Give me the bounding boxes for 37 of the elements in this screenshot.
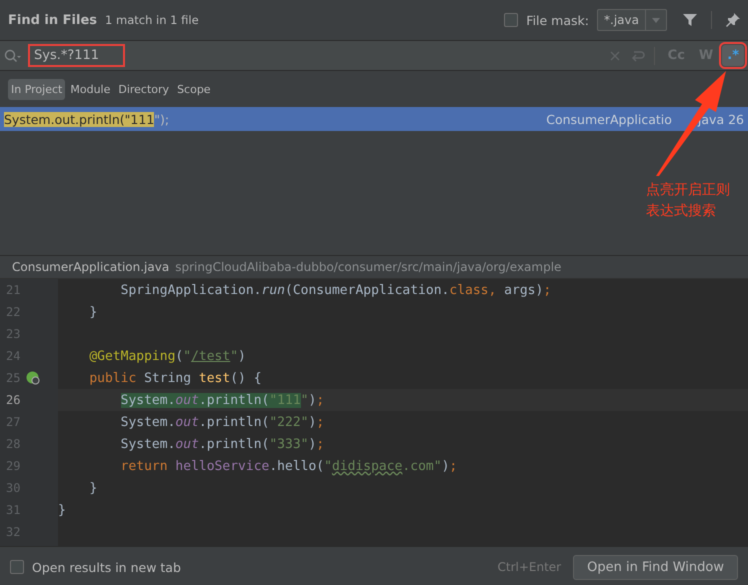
scope-tab[interactable]: Scope [174,78,214,100]
clear-icon[interactable] [610,50,620,60]
checkbox[interactable] [504,13,518,27]
pin-icon[interactable] [726,13,740,27]
code-line: } [88,304,98,320]
file-name: ConsumerApplication.java [12,260,170,274]
code-line: System.out.println("333"); [120,436,324,452]
open-in-find-window-button[interactable]: Open in Find Window [573,554,738,580]
match-summary: 1 match in 1 file [105,13,199,27]
result-file: ConsumerApplicatio [546,112,672,126]
caret-icon [652,18,660,22]
filter-icon[interactable] [683,13,697,27]
annotation-text: 点亮开启正则 表达式搜索 [646,181,730,221]
code-line: return helloService.hello("didispace.com"); [120,458,458,474]
code-line: SpringApplication.run(ConsumerApplication.class, args); [120,282,552,298]
file-path: springCloudAlibaba-dubbo/consumer/src/main/java/org/example [175,260,562,274]
file-mask-dropdown[interactable]: *.java [597,9,667,31]
search-field[interactable]: Sys.*?111 [28,44,126,67]
code-line: public String test() { [88,370,262,386]
code-line: } [88,480,98,496]
scope-tab[interactable]: Directory [115,78,172,100]
code-line: System.out.println("111"); [120,392,324,408]
shortcut-hint: Ctrl+Enter [498,560,562,574]
code-line: @GetMapping("/test") [88,348,246,364]
file-mask-label: File mask: [526,12,589,28]
gutter-icon[interactable] [26,371,40,385]
code-line: System.out.println("222"); [120,414,324,430]
checkbox[interactable] [10,560,24,574]
newline-icon[interactable] [630,48,646,62]
search-icon[interactable] [4,48,22,62]
scope-tab[interactable]: In Project [8,78,66,100]
scope-tab[interactable]: Module [67,78,114,100]
result-preview: System.out.println("111"); [4,112,170,126]
code-line: } [58,502,66,518]
new-tab-label: Open results in new tab [32,560,181,574]
dialog-title: Find in Files [8,12,98,28]
line-number: 26 [5,392,22,409]
